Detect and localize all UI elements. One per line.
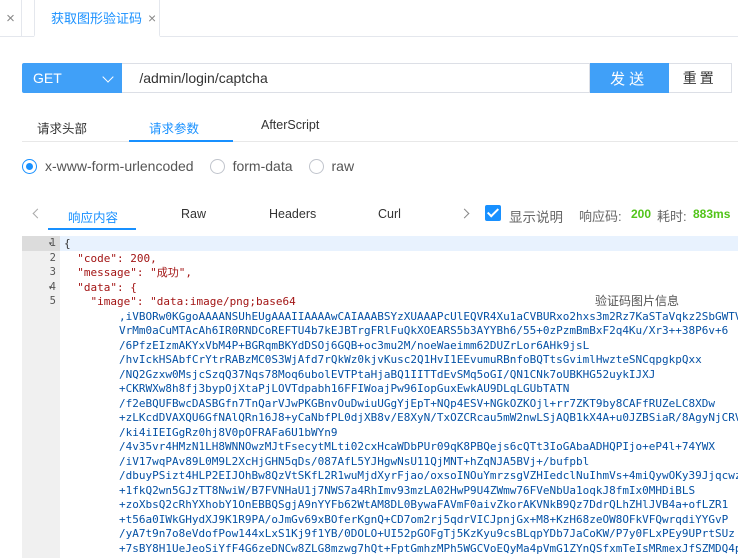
code-line-wrapped: /f2eBQUFBwcDASBGfn7TnQarVJwPKGBnvOuDwiuU…	[119, 396, 716, 410]
tab-response-content[interactable]: 响应内容	[68, 207, 118, 226]
tab-request-params[interactable]: 请求参数	[149, 118, 199, 137]
radio-label: raw	[331, 158, 355, 174]
radio-raw[interactable]: raw	[308, 158, 355, 174]
tab-bar: × 获取图形验证码 ×	[0, 0, 738, 37]
chevron-right-icon[interactable]	[459, 208, 470, 219]
code-line-wrapped: /ki4iIEIGgRz0hj8V0pOFRAFa6U1bWYn9	[119, 425, 338, 439]
code-line-wrapped: /NQ2Gzxw0MsjcSzqQ37Nqs78Moq6ubolEVTPtaHj…	[119, 367, 656, 381]
send-button[interactable]: 发送	[589, 63, 669, 93]
request-bar: GET /admin/login/captcha 发送 重置	[22, 63, 732, 93]
code-line: {	[64, 237, 71, 250]
method-value: GET	[33, 70, 62, 86]
body-type-group: x-www-form-urlencoded form-data raw	[22, 155, 370, 177]
code-line-wrapped: /yA7t9n7o8eVdofPow144xLxS1Kj9f1YB/0DOLO+…	[119, 527, 735, 540]
tab-curl[interactable]: Curl	[378, 207, 401, 221]
response-tabs: 响应内容 Raw Headers Curl 显示说明 响应码: 200 耗时: …	[0, 200, 738, 230]
radio-unchecked-icon	[209, 158, 225, 174]
tab-get-captcha[interactable]: 获取图形验证码 ×	[34, 0, 160, 37]
code-line-wrapped: +CKRWXw8h8fj3bypOjXtaPjLOVTdpabh16FFIWoa…	[119, 382, 570, 395]
close-icon[interactable]: ×	[0, 0, 22, 37]
tab-raw[interactable]: Raw	[181, 207, 206, 221]
radio-checked-icon	[22, 158, 37, 174]
request-tabs: 请求头部 请求参数 AfterScript	[22, 110, 738, 142]
code-line-wrapped: /4v35vr4HMzN1LH8WNNOwzMJtFsecytMLti02cxH…	[119, 440, 716, 453]
elapsed-time: 883ms	[693, 207, 731, 221]
fold-icon[interactable]: ▾	[48, 239, 53, 248]
tab-request-headers[interactable]: 请求头部	[37, 118, 87, 137]
response-editor[interactable]: 1 ▾ 2 3 4 ▾ 5 { "code": 200, "message": …	[22, 236, 738, 558]
active-tab-indicator	[48, 228, 136, 230]
code-line-wrapped: ,iVBORw0KGgoAAAANSUhEUgAAAIIAAAAwCAIAAAB…	[119, 309, 738, 323]
code-line-wrapped: /dbuyPSizt4HLP2EIJOhBw8QzVtSKfL2R1wuMjdX…	[119, 469, 738, 482]
status-code: 200	[631, 207, 652, 221]
tab-headers[interactable]: Headers	[269, 207, 316, 221]
show-desc-checkbox[interactable]	[485, 205, 501, 221]
url-input[interactable]: /admin/login/captcha	[122, 63, 590, 93]
fold-icon[interactable]: ▾	[48, 283, 53, 292]
code-line-wrapped: /hvIckHSAbfCrYtrRABzMC0S3WjAfd7rQkWz0kjv…	[119, 353, 702, 366]
radio-label: x-www-form-urlencoded	[45, 158, 194, 174]
line-gutter: 1 ▾ 2 3 4 ▾ 5	[22, 236, 60, 558]
radio-form-data[interactable]: form-data	[209, 158, 293, 174]
line-number: 5	[49, 295, 56, 307]
status-code-label: 响应码:	[579, 209, 622, 224]
code-line-wrapped: VrMm0aCuMTAcAh6IR0RNDCoREFTU4b7kEJBTrgFR…	[119, 324, 729, 337]
field-description: 验证码图片信息	[595, 292, 680, 309]
line-number: 3	[49, 266, 56, 278]
code-line-wrapped: +1fkQ2wn5GJzTT8NwiW/B7FVNHaU1j7NWS7a4RhI…	[119, 483, 696, 497]
chevron-left-icon[interactable]	[32, 208, 43, 219]
code-line-wrapped: +t56a0IWkGHydXJ9K1R9PA/oJmGv69xBOferKgnQ…	[119, 512, 729, 526]
line-number: 2	[49, 252, 56, 264]
code-line: "message": "成功",	[64, 266, 192, 279]
close-icon[interactable]: ×	[148, 10, 156, 26]
code-line-wrapped: +7sBY8H1UeJeoSiYfF4G6zeDNCw8ZLG8mzwg7hQt…	[119, 541, 738, 555]
elapsed-label: 耗时:	[657, 209, 687, 224]
method-select[interactable]: GET	[22, 63, 123, 93]
code-line-wrapped: /iV17wqPAv89L0M9L2XcHjGHN5qDs/087AfL5YJH…	[119, 454, 590, 468]
code-line-wrapped: +zoXbsQ2cRhYXhobY1OnEBBQSgjA9nYYFb62WtAM…	[119, 498, 729, 511]
show-desc-label: 显示说明	[509, 210, 563, 225]
code-line: "data": {	[64, 280, 137, 294]
radio-unchecked-icon	[308, 158, 324, 174]
reset-button[interactable]: 重置	[668, 63, 732, 93]
tab-afterscript[interactable]: AfterScript	[261, 118, 319, 132]
code-line: "code": 200,	[64, 251, 157, 265]
code-line: "image": "data:image/png;base64	[64, 295, 296, 308]
code-line-wrapped: /6PfzEIzmAKYxVbM4P+BGRqmBKYdDSOj6GQB+oc3…	[119, 338, 590, 352]
code-line-wrapped: +zLKcdDVAXQU6GfNAlQRn16J8+yCaNbfPL0djXB8…	[119, 411, 738, 424]
radio-label: form-data	[232, 158, 293, 174]
tab-label: 获取图形验证码	[51, 11, 143, 26]
active-tab-indicator	[129, 140, 233, 142]
chevron-down-icon	[102, 71, 114, 83]
radio-urlencoded[interactable]: x-www-form-urlencoded	[22, 158, 194, 174]
